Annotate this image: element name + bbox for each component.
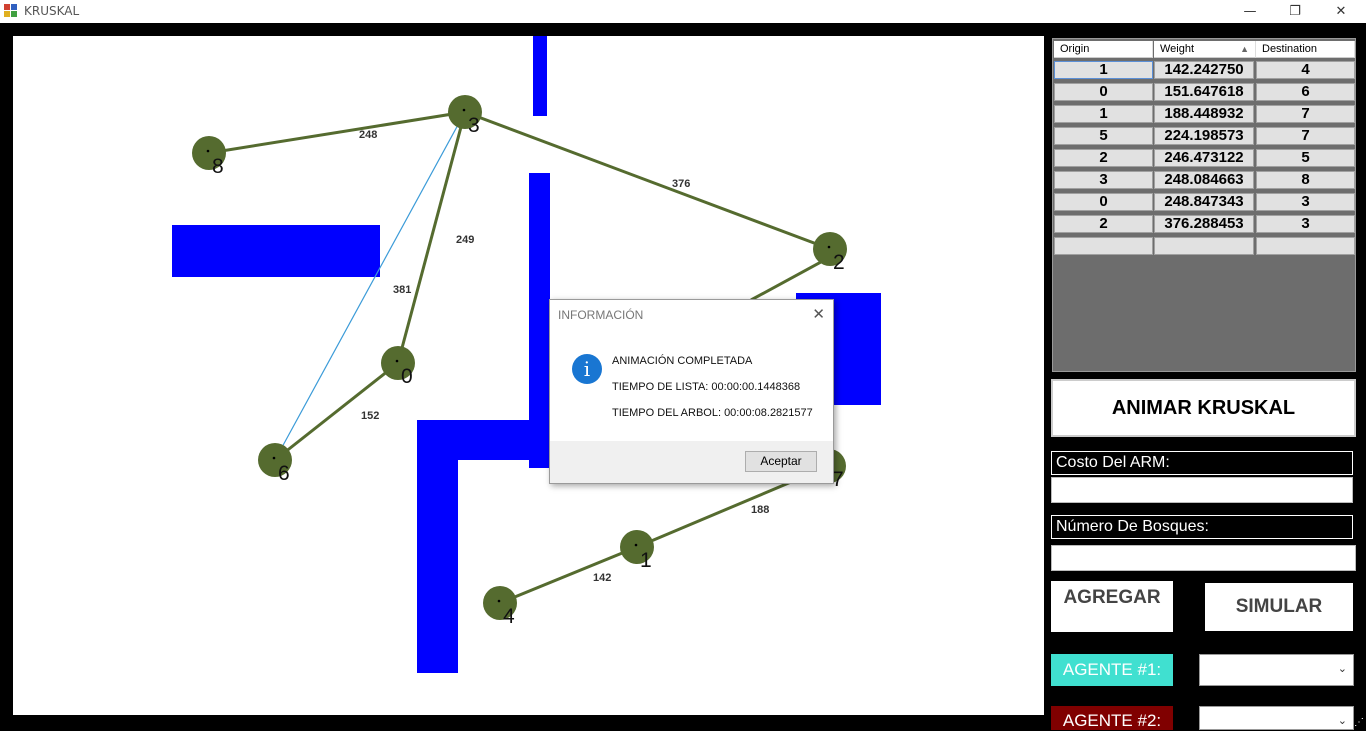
table-cell[interactable]: 5 [1054,127,1153,145]
animate-kruskal-button[interactable]: ANIMAR KRUSKAL [1051,379,1356,437]
column-header-label: Origin [1060,43,1090,55]
node-label: 4 [503,605,515,628]
table-cell[interactable]: 151.647618 [1154,83,1254,101]
node-center-dot [634,543,638,547]
table-cell[interactable]: 7 [1256,127,1355,145]
edge-weight-label: 188 [751,504,769,516]
table-cell[interactable]: 1 [1054,61,1153,79]
agent-2-label: AGENTE #2: [1051,706,1173,730]
table-cell[interactable]: 1 [1054,105,1153,123]
table-cell[interactable] [1154,237,1254,255]
table-cell[interactable]: 376.288453 [1154,215,1254,233]
table-cell[interactable]: 246.473122 [1154,149,1254,167]
cost-field[interactable] [1051,477,1353,503]
dialog-footer: Aceptar [550,441,833,483]
graph-canvas[interactable]: 248 376 249 381 152 142 188 01234678 [13,36,1044,715]
graph-drawing: 248376249381152142188 012346 78 [172,36,881,673]
app-icon [4,4,17,17]
node-label: 2 [833,251,845,274]
dialog-message-line: TIEMPO DEL ARBOL: 00:00:08.2821577 [612,407,813,419]
add-button[interactable]: AGREGAR [1051,581,1173,632]
graph-edge [499,545,638,605]
node-label: 6 [278,462,290,485]
graph-edge [208,110,466,155]
node-label: 8 [212,155,224,178]
table-cell[interactable]: 188.448932 [1154,105,1254,123]
table-cell[interactable] [1256,237,1355,255]
chevron-down-icon: ⌄ [1337,663,1347,675]
accept-button[interactable]: Aceptar [745,451,817,472]
title-bar: KRUSKAL — ❐ ✕ [0,0,1366,23]
edge-weight-label: 248 [359,129,377,141]
table-cell[interactable]: 4 [1256,61,1355,79]
edge-weight-label: 152 [361,410,379,422]
obstacle [417,420,553,673]
table-cell[interactable]: 7 [1256,105,1355,123]
dialog-message-line: ANIMACIÓN COMPLETADA [612,355,753,367]
node-center-dot [497,599,501,603]
dialog-title: INFORMACIÓN [558,308,644,322]
window-title: KRUSKAL [24,4,80,18]
restore-button[interactable]: ❐ [1272,0,1318,22]
table-cell[interactable]: 142.242750 [1154,61,1254,79]
edge-weight-label: 142 [593,572,611,584]
forests-label: Número De Bosques: [1051,515,1353,539]
graph-edge [396,111,467,364]
edge-weight-label: 249 [456,234,474,246]
obstacle [533,36,547,116]
table-cell[interactable]: 6 [1256,83,1355,101]
dialog-close-icon[interactable]: ✕ [812,305,825,323]
node-center-dot [272,456,276,460]
dialog-message-line: TIEMPO DE LISTA: 00:00:00.1448368 [612,381,801,393]
edge-weight-label: 381 [393,284,411,296]
obstacle [172,225,380,277]
column-header-label: Destination [1262,43,1318,55]
table-cell[interactable]: 3 [1054,171,1153,189]
info-dialog: INFORMACIÓN ✕ i ANIMACIÓN COMPLETADA TIE… [549,299,834,484]
node-center-dot [827,245,831,249]
table-cell[interactable]: 8 [1256,171,1355,189]
edge-weight-label: 376 [672,178,690,190]
close-button[interactable]: ✕ [1318,0,1364,22]
agent-2-select[interactable]: ⌄ [1199,706,1354,730]
information-icon: i [572,354,602,384]
resize-grip-icon[interactable]: ⋰ [1354,717,1364,728]
table-cell[interactable]: 2 [1054,149,1153,167]
table-cell[interactable]: 3 [1256,215,1355,233]
edges-table[interactable]: Origin Weight ▲ Destination 1 142.242750 4 0… [1052,38,1356,372]
cost-label: Costo Del ARM: [1051,451,1353,475]
node-label: 1 [640,549,652,572]
node-label: 3 [468,114,480,137]
forests-field[interactable] [1051,545,1356,571]
table-cell[interactable]: 0 [1054,193,1153,211]
agent-1-label: AGENTE #1: [1051,654,1173,686]
table-cell[interactable]: 5 [1256,149,1355,167]
minimize-button[interactable]: — [1227,0,1273,22]
column-header-label: Weight [1160,43,1195,55]
table-cell[interactable]: 248.084663 [1154,171,1254,189]
table-cell[interactable]: 2 [1054,215,1153,233]
sort-ascending-icon: ▲ [1240,44,1249,54]
table-cell[interactable] [1054,237,1153,255]
agent-1-select[interactable]: ⌄ [1199,654,1354,686]
table-cell[interactable]: 3 [1256,193,1355,211]
chevron-down-icon: ⌄ [1337,715,1347,727]
graph-edge [274,111,466,461]
table-cell[interactable]: 0 [1054,83,1153,101]
table-cell[interactable]: 224.198573 [1154,127,1254,145]
node-center-dot [462,108,466,112]
simulate-button[interactable]: SIMULAR [1205,583,1353,631]
column-header-origin[interactable]: Origin [1054,41,1153,58]
graph-edge [464,110,831,251]
node-label: 0 [401,365,413,388]
node-center-dot [395,359,399,363]
node-center-dot [206,149,210,153]
table-cell[interactable]: 248.847343 [1154,193,1254,211]
column-header-weight[interactable]: Weight ▲ [1154,41,1256,58]
graph-edge [274,361,399,462]
column-header-destination[interactable]: Destination [1256,41,1355,58]
